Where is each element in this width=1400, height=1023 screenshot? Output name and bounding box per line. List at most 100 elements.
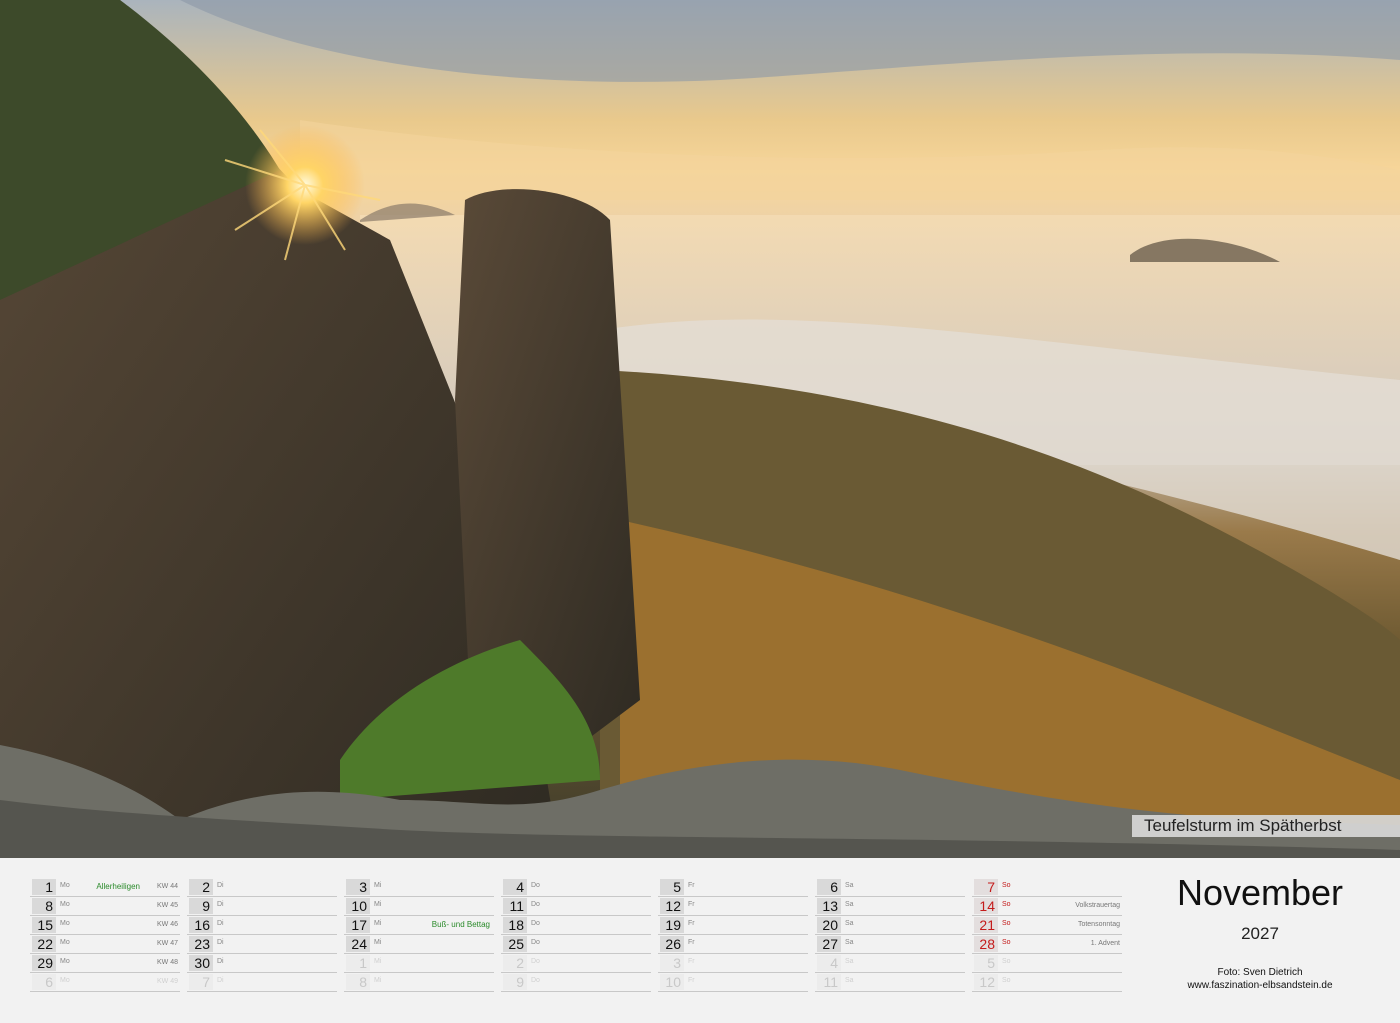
website-credit: www.faszination-elbsandstein.de — [1187, 980, 1333, 991]
weekday-abbr: Fr — [688, 901, 695, 908]
day-number: 21 — [974, 917, 998, 933]
year: 2027 — [1241, 924, 1279, 943]
weekday-abbr: Fr — [688, 977, 695, 984]
weekday-abbr: Mi — [374, 882, 382, 889]
day-number: 2 — [503, 955, 527, 971]
day-number: 3 — [346, 879, 370, 895]
photo-illustration — [0, 0, 1400, 858]
weekday-abbr: Sa — [845, 920, 854, 927]
weekday-abbr: Di — [217, 958, 224, 965]
day-number: 12 — [974, 974, 998, 990]
day-cell: 9 Di — [187, 897, 337, 916]
weekday-abbr: Mo — [60, 901, 70, 908]
weekday-abbr: Di — [217, 977, 224, 984]
day-number: 9 — [503, 974, 527, 990]
holiday-name: Allerheiligen — [96, 882, 140, 891]
day-cell: 19 Fr — [658, 916, 808, 935]
day-number: 1 — [346, 955, 370, 971]
weekday-abbr: Sa — [845, 977, 854, 984]
weekday-abbr: Di — [217, 920, 224, 927]
weekday-abbr: Fr — [688, 920, 695, 927]
day-number: 5 — [974, 955, 998, 971]
weekday-column: 3 Mi 10 Mi 17 Mi Buß- und Bettag 24 Mi 1 Mi 8 Mi — [344, 878, 494, 992]
weekday-abbr: Do — [531, 977, 540, 984]
day-cell: 12 Fr — [658, 897, 808, 916]
weekday-column: 1 Mo Allerheiligen KW 44 8 Mo KW 45 15 Mo KW 46 22… — [30, 878, 180, 992]
weekday-abbr: Sa — [845, 882, 854, 889]
observance-name: Volkstrauertag — [1075, 902, 1120, 909]
weekday-abbr: Sa — [845, 939, 854, 946]
weekday-abbr: So — [1002, 977, 1011, 984]
weekday-abbr: Fr — [688, 882, 695, 889]
weekday-abbr: So — [1002, 920, 1011, 927]
weekday-abbr: Di — [217, 901, 224, 908]
day-cell: 6 Mo KW 49 — [30, 973, 180, 992]
week-number: KW 44 — [156, 883, 178, 890]
day-cell: 23 Di — [187, 935, 337, 954]
weekday-abbr: Sa — [845, 901, 854, 908]
day-number: 6 — [817, 879, 841, 895]
day-cell: 2 Do — [501, 954, 651, 973]
day-cell: 16 Di — [187, 916, 337, 935]
day-cell: 12 So — [972, 973, 1122, 992]
weekday-abbr: Do — [531, 901, 540, 908]
week-number: KW 46 — [156, 921, 178, 928]
day-cell: 7 So — [972, 878, 1122, 897]
holiday-name: Buß- und Bettag — [431, 920, 490, 929]
photo-caption: Teufelsturm im Spätherbst — [1132, 815, 1400, 837]
weekday-column: 6 Sa 13 Sa 20 Sa 27 Sa 4 Sa 11 Sa — [815, 878, 965, 992]
week-number: KW 49 — [156, 978, 178, 985]
landscape-photo: Teufelsturm im Spätherbst — [0, 0, 1400, 858]
day-number: 5 — [660, 879, 684, 895]
observance-name: Totensonntag — [1077, 921, 1120, 928]
weekday-abbr: Do — [531, 958, 540, 965]
day-number: 8 — [32, 898, 56, 914]
day-cell: 13 Sa — [815, 897, 965, 916]
day-number: 13 — [817, 898, 841, 914]
day-number: 24 — [346, 936, 370, 952]
day-number: 29 — [32, 955, 56, 971]
day-cell: 5 So — [972, 954, 1122, 973]
day-cell: 11 Do — [501, 897, 651, 916]
weekday-abbr: So — [1002, 939, 1011, 946]
week-number: KW 47 — [156, 940, 178, 947]
weekday-column: 2 Di 9 Di 16 Di 23 Di 30 Di 7 Di — [187, 878, 337, 992]
day-cell: 10 Mi — [344, 897, 494, 916]
weekday-abbr: Fr — [688, 958, 695, 965]
day-cell: 18 Do — [501, 916, 651, 935]
day-cell: 7 Di — [187, 973, 337, 992]
day-number: 15 — [32, 917, 56, 933]
weekday-abbr: Mo — [60, 939, 70, 946]
day-number: 12 — [660, 898, 684, 914]
day-cell: 21 So Totensonntag — [972, 916, 1122, 935]
day-number: 17 — [346, 917, 370, 933]
day-number: 1 — [32, 879, 56, 895]
weekday-abbr: Sa — [845, 958, 854, 965]
weekday-column: 5 Fr 12 Fr 19 Fr 26 Fr 3 Fr 10 Fr — [658, 878, 808, 992]
day-number: 25 — [503, 936, 527, 952]
day-number: 4 — [817, 955, 841, 971]
day-number: 6 — [32, 974, 56, 990]
weekday-abbr: Do — [531, 920, 540, 927]
day-cell: 11 Sa — [815, 973, 965, 992]
day-cell: 29 Mo KW 48 — [30, 954, 180, 973]
day-cell: 8 Mo KW 45 — [30, 897, 180, 916]
day-number: 16 — [189, 917, 213, 933]
weekday-abbr: Di — [217, 882, 224, 889]
day-cell: 26 Fr — [658, 935, 808, 954]
weekday-abbr: Do — [531, 882, 540, 889]
day-cell: 4 Sa — [815, 954, 965, 973]
day-number: 7 — [974, 879, 998, 895]
weekday-abbr: So — [1002, 882, 1011, 889]
day-cell: 20 Sa — [815, 916, 965, 935]
week-number: KW 48 — [156, 959, 178, 966]
day-cell: 2 Di — [187, 878, 337, 897]
month-title-block: November 2027 — [1140, 872, 1380, 944]
day-cell: 24 Mi — [344, 935, 494, 954]
day-number: 23 — [189, 936, 213, 952]
month-name: November — [1176, 872, 1344, 913]
weekday-column: 4 Do 11 Do 18 Do 25 Do 2 Do 9 Do — [501, 878, 651, 992]
week-number: KW 45 — [156, 902, 178, 909]
day-cell: 14 So Volkstrauertag — [972, 897, 1122, 916]
day-number: 27 — [817, 936, 841, 952]
